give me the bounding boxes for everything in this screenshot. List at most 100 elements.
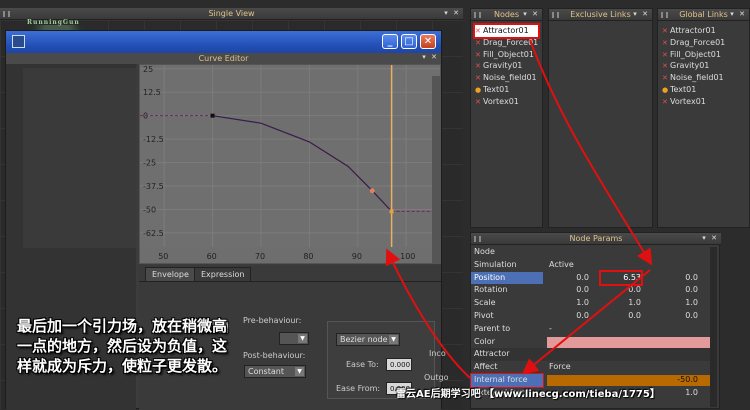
param-value[interactable]: 1.0 [658,387,698,400]
param-row[interactable]: Scale 1.0 1.0 1.0 [471,297,717,310]
global-links-list: ✕ Attractor01 ✕ Drag_Force01 ✕ Fill_Object01 ✕… [662,25,725,108]
global-link-item-label: Gravity01 [670,61,710,71]
close-icon[interactable]: ✕ [641,10,649,19]
ease-to-field[interactable]: 0.000 [386,358,412,371]
incoming-label: Inco [429,349,446,358]
color-swatch[interactable] [547,336,717,348]
param-name: Simulation [474,259,517,269]
param-value[interactable]: Active [549,259,589,272]
menu-icon[interactable]: ▾ [728,10,736,19]
node-params-titlebar: Node Params ▾ ✕ [471,233,721,245]
close-icon[interactable]: ✕ [430,53,438,62]
window-titlebar[interactable]: _ □ ✕ [6,31,441,53]
param-value[interactable]: 0.0 [658,310,698,323]
minimize-button[interactable]: _ [382,34,398,49]
param-row[interactable]: Rotation 0.0 0.0 0.0 [471,284,717,297]
curve-chart[interactable]: 50 60 70 80 90 1002512.50-12.5-25-37.5-50-62.… [140,65,440,263]
param-value[interactable]: -50.0 [658,374,698,387]
close-icon[interactable]: ✕ [531,10,539,19]
keyframe-point [389,209,394,214]
panel-grip-icon[interactable] [474,236,481,242]
param-row[interactable]: Position 0.0 6.53 0.0 [471,269,717,287]
param-row[interactable]: Color [471,336,717,349]
menu-icon[interactable]: ▾ [631,10,639,19]
node-item[interactable]: ✕ Gravity01 [475,60,538,72]
global-link-item[interactable]: ✕ Attractor01 [662,25,725,37]
global-link-item[interactable]: ✕ Gravity01 [662,60,725,72]
node-item[interactable]: ✕ Noise_field01 [475,72,538,84]
param-row[interactable]: Node [471,246,717,259]
node-item-label: Drag_Force01 [483,37,539,47]
interpolation-value: Bezier node [340,335,388,344]
params-scrollbar[interactable] [710,247,717,407]
node-item-label: Fill_Object01 [483,49,534,59]
panel-grip-icon[interactable] [552,12,559,18]
panel-grip-icon[interactable] [3,11,10,17]
close-icon[interactable]: ✕ [738,10,746,19]
maximize-button[interactable]: □ [401,34,417,49]
menu-icon[interactable]: ▾ [521,10,529,19]
param-value[interactable]: 0.0 [549,272,589,285]
nodes-list: ✕ Attractor01 ✕ Drag_Force01 ✕ Fill_Object01 ✕… [472,23,541,108]
menu-icon[interactable]: ▾ [420,53,428,62]
param-row[interactable]: Pivot 0.0 0.0 0.0 [471,310,717,323]
global-link-item-label: Vortex01 [670,96,706,106]
param-name: Pivot [474,311,494,320]
param-value[interactable]: 6.53 [599,269,643,287]
global-link-item[interactable]: ✕ Fill_Object01 [662,49,725,61]
caption-line: 一点的地方，然后设为负值，这 [17,337,228,355]
global-link-item[interactable]: ✕ Vortex01 [662,96,725,108]
param-row[interactable]: Parent to - [471,323,717,336]
param-value[interactable]: 0.0 [658,284,698,297]
watermark: 雷云AE后期学习吧 【www.linecg.com/tieba/1775】 [396,389,660,400]
tab-envelope[interactable]: Envelope [145,267,196,281]
param-value[interactable]: 1.0 [601,297,641,310]
x-tick-label: 80 [303,252,313,261]
param-value[interactable]: 0.0 [549,284,589,297]
param-value[interactable]: 0.0 [601,310,641,323]
global-link-item-label: Fill_Object01 [670,49,721,59]
param-row[interactable]: Attractor [471,348,717,362]
param-row[interactable]: Affect Force [471,361,717,374]
app-icon [12,35,25,48]
param-value[interactable]: 1.0 [658,297,698,310]
global-link-item[interactable]: ● Text01 [662,84,725,96]
param-value[interactable]: - [549,323,589,336]
y-tick-label: -62.5 [143,229,164,238]
node-item[interactable]: ✕ Vortex01 [475,96,538,108]
global-link-item[interactable]: ✕ Drag_Force01 [662,37,725,49]
node-item[interactable]: ✕ Attractor01 [472,23,541,39]
param-value[interactable]: 0.0 [549,310,589,323]
menu-icon[interactable]: ▾ [442,9,450,18]
menu-icon[interactable]: ▾ [700,234,708,243]
node-item[interactable]: ✕ Drag_Force01 [475,37,538,49]
curve-editor-title: Curve Editor [198,54,249,63]
node-item[interactable]: ✕ Fill_Object01 [475,49,538,61]
node-item-label: Attractor01 [483,26,529,35]
close-icon[interactable]: ✕ [452,9,460,18]
curve-editor-titlebar: Curve Editor ▾ ✕ [6,53,441,64]
close-icon[interactable]: ✕ [710,234,718,243]
channel-list-area[interactable] [23,68,136,248]
collapsed-panel-strip[interactable] [722,232,750,409]
tab-expression[interactable]: Expression [194,267,252,281]
vertical-scrollbar[interactable] [432,76,441,264]
param-value[interactable]: 1.0 [549,297,589,310]
global-link-item[interactable]: ✕ Noise_field01 [662,72,725,84]
node-item[interactable]: ● Text01 [475,84,538,96]
param-value[interactable]: 0.0 [601,284,641,297]
close-button[interactable]: ✕ [420,34,436,49]
exclusive-links-title: Exclusive Links [570,10,631,19]
param-value[interactable]: 0.0 [658,272,698,285]
curve-plot[interactable]: 50 60 70 80 90 100 25 12.5 0 -12.5 -25 -37.5 -50 -62.… [139,64,441,264]
nodes-titlebar: Nodes ▾ ✕ [471,9,542,21]
caption-line: 样就成为斥力，使粒子更发散。 [17,357,228,375]
y-tick-label: -37.5 [143,182,164,191]
node-params-panel: Node Params ▾ ✕ Node Simulation Active Posit… [470,232,721,409]
panel-grip-icon[interactable] [474,12,481,18]
interpolation-dropdown[interactable]: Bezier node ▼ [336,333,400,346]
panel-grip-icon[interactable] [661,12,668,18]
param-row[interactable]: Simulation Active [471,259,717,272]
param-value[interactable]: Force [549,361,589,374]
global-link-item-label: Attractor01 [670,26,716,35]
